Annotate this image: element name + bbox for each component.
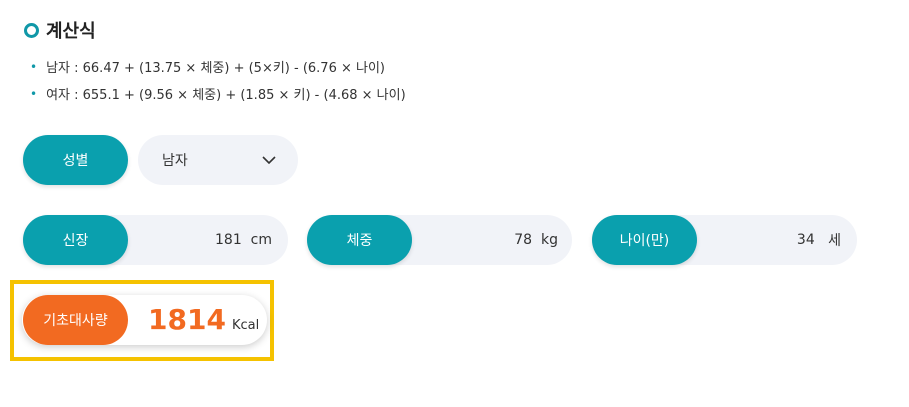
gender-select-value: 남자: [162, 153, 188, 169]
weight-value: 78: [514, 232, 533, 248]
weight-unit: kg: [541, 232, 558, 248]
result-value: 1814: [148, 303, 226, 336]
section-title-text: 계산식: [46, 21, 96, 42]
result-value-wrap: 1814 Kcal: [148, 300, 259, 340]
chevron-down-icon: [262, 156, 276, 164]
weight-label-button: 체중: [307, 215, 412, 265]
height-unit: cm: [250, 232, 272, 248]
gender-label-button: 성별: [23, 135, 128, 185]
ring-icon: [24, 22, 39, 38]
age-value-wrap: 34 세: [797, 215, 841, 265]
age-value: 34: [796, 232, 815, 248]
weight-value-wrap: 78 kg: [514, 215, 558, 265]
formula-female: • 여자 : 655.1 + (9.56 × 체중) + (1.85 × 키) …: [30, 84, 406, 104]
gender-select[interactable]: 남자: [138, 135, 298, 185]
result-label: 기초대사량: [23, 295, 128, 345]
age-unit: 세: [828, 233, 841, 249]
formula-female-text: 여자 : 655.1 + (9.56 × 체중) + (1.85 × 키) - …: [46, 88, 406, 103]
formula-male: • 남자 : 66.47 + (13.75 × 체중) + (5×키) - (6…: [30, 57, 385, 77]
bullet-icon: •: [30, 86, 38, 101]
age-label-button: 나이(만): [592, 215, 697, 265]
section-title: 계산식: [24, 17, 96, 43]
height-value-wrap: 181 cm: [215, 215, 272, 265]
result-unit: Kcal: [231, 318, 260, 333]
bullet-icon: •: [30, 59, 38, 74]
height-value: 181: [215, 232, 242, 248]
height-label-button: 신장: [23, 215, 128, 265]
formula-male-text: 남자 : 66.47 + (13.75 × 체중) + (5×키) - (6.7…: [46, 61, 385, 76]
